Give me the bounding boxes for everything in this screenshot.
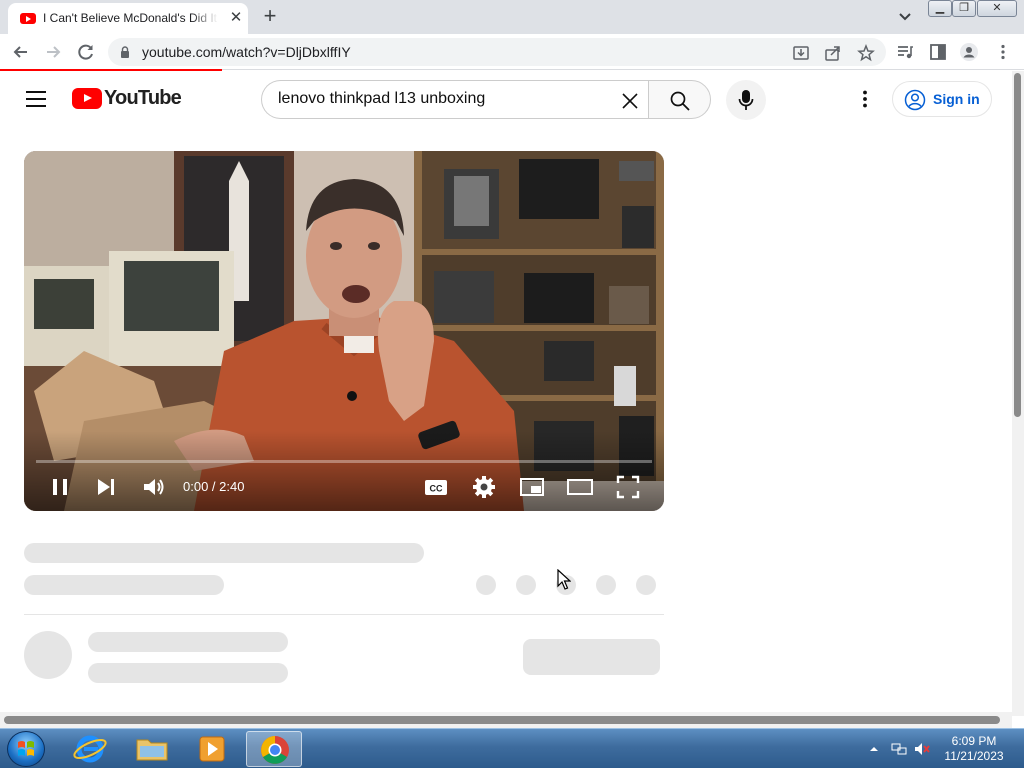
svg-text:CC: CC (430, 484, 443, 494)
mic-icon (738, 90, 754, 110)
theater-icon[interactable] (566, 473, 594, 501)
kebab-menu-icon[interactable] (994, 43, 1012, 61)
channel-name-placeholder (88, 632, 288, 652)
chrome-icon (261, 736, 289, 764)
network-icon[interactable] (891, 742, 907, 756)
time-display: 0:00 / 2:40 (183, 479, 245, 494)
search-query[interactable]: lenovo thinkpad l13 unboxing (278, 90, 485, 108)
channel-subs-placeholder (88, 663, 288, 683)
system-clock[interactable]: 6:09 PM 11/21/2023 (936, 734, 1012, 764)
show-hidden-icons-icon[interactable] (866, 742, 882, 756)
restore-button[interactable]: ❐ (952, 0, 976, 17)
horizontal-scrollbar-thumb[interactable] (4, 716, 1000, 724)
horizontal-scrollbar[interactable] (0, 712, 1012, 728)
subscribe-button-placeholder (523, 639, 660, 675)
youtube-favicon-icon (20, 13, 36, 24)
windows-taskbar: 6:09 PM 11/21/2023 (0, 728, 1024, 768)
page-scrollbar[interactable] (1012, 71, 1024, 716)
search-button[interactable] (648, 80, 711, 119)
tab-close-icon[interactable]: ✕ (228, 10, 244, 26)
miniplayer-icon[interactable] (518, 473, 546, 501)
media-player-icon[interactable] (184, 731, 240, 767)
ie-icon[interactable] (62, 731, 118, 767)
voice-search-button[interactable] (726, 80, 766, 120)
browser-tab[interactable]: I Can't Believe McDonald's Did It ✕ (8, 3, 248, 34)
side-panel-icon[interactable] (929, 43, 947, 61)
divider (24, 614, 664, 615)
clear-icon[interactable] (620, 91, 640, 111)
window-close-button[interactable]: ✕ (977, 0, 1017, 17)
action-placeholder (636, 575, 656, 595)
menu-icon[interactable] (26, 91, 46, 107)
new-tab-button[interactable]: + (259, 5, 281, 27)
clock-time: 6:09 PM (951, 734, 997, 748)
url-text[interactable]: youtube.com/watch?v=DljDbxlffIY (142, 44, 351, 60)
settings-icon[interactable] (470, 473, 498, 501)
chrome-taskbar-button[interactable] (246, 731, 302, 767)
sign-in-button[interactable]: Sign in (892, 81, 992, 117)
back-button[interactable] (10, 41, 32, 63)
forward-button[interactable] (42, 41, 64, 63)
action-placeholder (476, 575, 496, 595)
tab-strip: I Can't Believe McDonald's Did It ✕ + ▁ … (0, 0, 1024, 34)
video-player[interactable]: 0:00 / 2:40 CC (24, 151, 664, 511)
search-icon (670, 91, 690, 111)
fullscreen-icon[interactable] (614, 473, 642, 501)
page-scrollbar-thumb[interactable] (1014, 73, 1021, 417)
youtube-logo-text: YouTube (104, 87, 182, 109)
captions-icon[interactable]: CC (422, 473, 450, 501)
minimize-button[interactable]: ▁ (928, 0, 952, 17)
explorer-icon[interactable] (124, 731, 180, 767)
profile-icon[interactable] (960, 43, 978, 61)
channel-avatar-placeholder (24, 631, 72, 679)
volume-icon[interactable] (139, 473, 167, 501)
muted-speaker-icon[interactable] (914, 742, 930, 756)
mouse-cursor-icon (557, 569, 571, 590)
search-input[interactable]: lenovo thinkpad l13 unboxing (261, 80, 648, 119)
tab-title: I Can't Believe McDonald's Did It (43, 11, 217, 25)
clock-date: 11/21/2023 (944, 749, 1004, 763)
windows-start-icon[interactable] (7, 731, 45, 767)
settings-kebab-icon[interactable] (854, 88, 876, 110)
youtube-masthead: YouTube lenovo thinkpad l13 unboxing Sig… (0, 71, 1012, 127)
media-icon[interactable] (896, 43, 914, 61)
action-placeholder (516, 575, 536, 595)
address-bar[interactable]: youtube.com/watch?v=DljDbxlffIY (108, 38, 886, 66)
star-icon[interactable] (857, 44, 875, 62)
account-icon (904, 89, 926, 111)
lock-icon[interactable] (120, 46, 130, 58)
chevron-down-icon[interactable] (896, 8, 914, 26)
pause-icon[interactable] (46, 473, 74, 501)
reload-button[interactable] (75, 41, 97, 63)
download-icon[interactable] (792, 44, 810, 62)
title-placeholder (24, 543, 424, 563)
share-icon[interactable] (824, 44, 842, 62)
next-icon[interactable] (92, 473, 120, 501)
sign-in-label: Sign in (933, 91, 980, 107)
action-placeholder (596, 575, 616, 595)
subtitle-placeholder (24, 575, 224, 595)
progress-bar[interactable] (36, 460, 652, 463)
browser-toolbar: youtube.com/watch?v=DljDbxlffIY (0, 34, 1024, 70)
youtube-logo-icon (72, 88, 102, 109)
